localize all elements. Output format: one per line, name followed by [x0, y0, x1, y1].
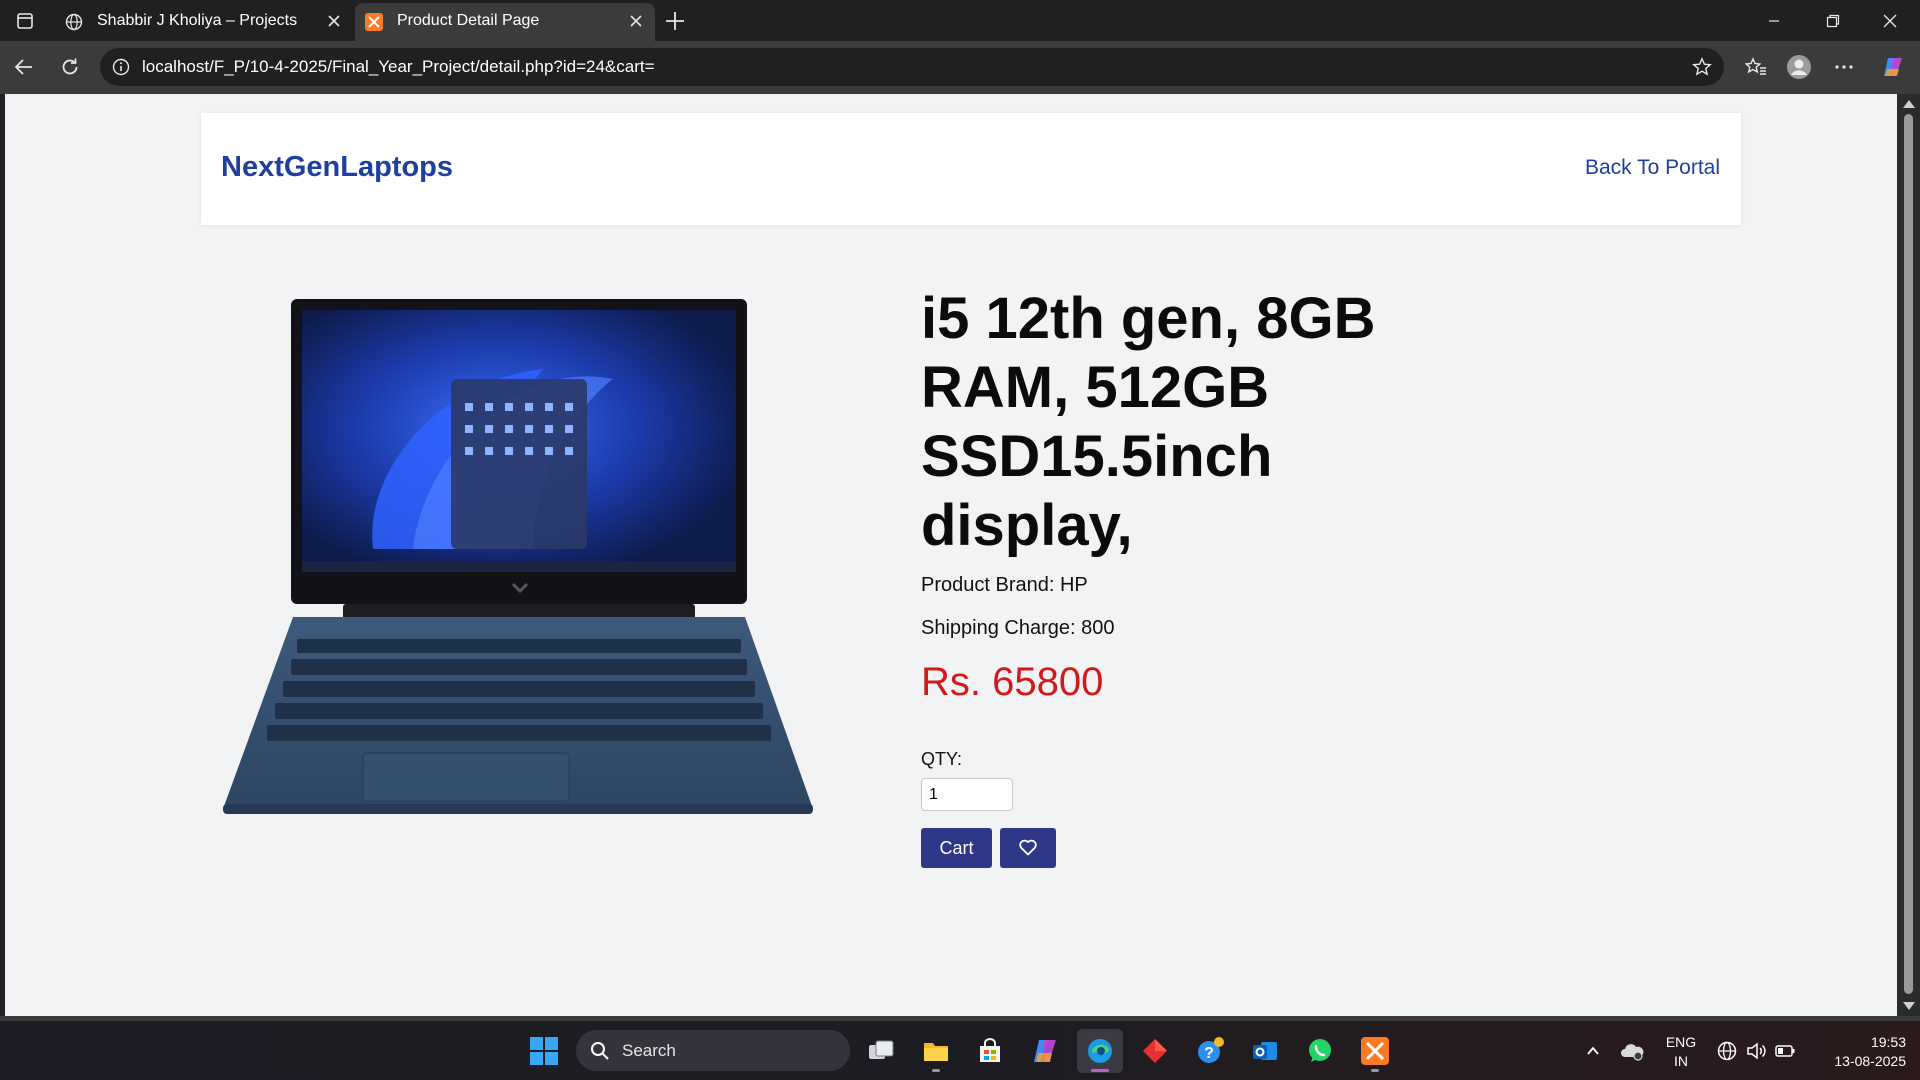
scroll-down-icon[interactable]	[1903, 1002, 1915, 1010]
back-button[interactable]	[6, 49, 42, 85]
page-viewport: NextGenLaptops Back To Portal i5 12th ge…	[5, 94, 1897, 1016]
back-to-portal-link[interactable]: Back To Portal	[1585, 156, 1720, 180]
network-globe-icon[interactable]	[1716, 1040, 1738, 1062]
copilot-button[interactable]	[1875, 49, 1911, 85]
task-view-button[interactable]	[858, 1029, 904, 1073]
xampp-icon	[1361, 1037, 1389, 1065]
plus-icon	[666, 12, 684, 30]
laptop-image	[223, 299, 813, 814]
scroll-up-icon[interactable]	[1903, 100, 1915, 108]
close-tab-icon[interactable]	[627, 12, 645, 30]
add-to-cart-button[interactable]: Cart	[921, 828, 992, 868]
clock-time: 19:53	[1870, 1034, 1906, 1050]
help-app-button[interactable]: ?	[1187, 1029, 1233, 1073]
language-indicator[interactable]: ENG IN	[1661, 1033, 1701, 1071]
diamond-app-icon	[1143, 1039, 1167, 1063]
outlook-button[interactable]	[1242, 1029, 1288, 1073]
restore-icon	[1826, 14, 1840, 28]
minimize-icon	[1769, 20, 1779, 22]
language-code: ENG	[1665, 1034, 1697, 1050]
arrow-left-icon	[14, 59, 32, 75]
tab-actions-icon	[17, 13, 33, 29]
qty-label: QTY:	[921, 749, 963, 769]
folder-icon	[924, 1043, 948, 1061]
heart-icon	[1019, 839, 1037, 856]
new-tab-button[interactable]	[660, 6, 690, 36]
help-icon: ?	[1198, 1037, 1224, 1063]
svg-text:?: ?	[1204, 1045, 1214, 1062]
store-button[interactable]	[967, 1029, 1013, 1073]
edge-icon	[1088, 1039, 1112, 1063]
info-icon[interactable]	[112, 58, 130, 76]
refresh-button[interactable]	[52, 49, 88, 85]
favorites-icon	[1745, 57, 1766, 75]
clock-date: 13-08-2025	[1834, 1053, 1906, 1069]
quantity-input[interactable]	[921, 778, 1013, 811]
file-explorer-button[interactable]	[913, 1029, 959, 1073]
site-header: NextGenLaptops Back To Portal	[201, 113, 1741, 225]
copilot-icon	[1884, 58, 1902, 76]
outlook-icon	[1253, 1042, 1277, 1060]
copilot-app-button[interactable]	[1022, 1029, 1068, 1073]
tab-product-detail[interactable]: Product Detail Page	[355, 3, 655, 41]
browser-toolbar: localhost/F_P/10-4-2025/Final_Year_Proje…	[0, 41, 1920, 94]
edge-browser-button[interactable]	[1077, 1029, 1123, 1073]
taskbar: Search ? ENG IN 19:53 13-08-2025	[0, 1021, 1920, 1080]
product-actions: Cart	[921, 828, 1441, 868]
product-info: i5 12th gen, 8GB RAM, 512GB SSD15.5inch …	[921, 284, 1441, 868]
avatar	[1787, 55, 1811, 79]
search-icon	[591, 1042, 609, 1060]
more-icon	[1835, 65, 1853, 69]
refresh-icon	[62, 58, 78, 75]
start-button[interactable]	[521, 1029, 567, 1073]
minimize-button[interactable]	[1746, 0, 1802, 41]
star-icon[interactable]	[1692, 57, 1712, 77]
xampp-icon	[365, 13, 383, 31]
git-app-button[interactable]	[1132, 1029, 1178, 1073]
shipping-charge: Shipping Charge: 800	[921, 617, 1115, 639]
scrollbar-thumb[interactable]	[1904, 114, 1913, 994]
whatsapp-button[interactable]	[1297, 1029, 1343, 1073]
tab-projects[interactable]: Shabbir J Kholiya – Projects	[55, 3, 353, 41]
tab-title: Product Detail Page	[397, 12, 540, 29]
close-tab-icon[interactable]	[325, 12, 343, 30]
product-brand: Product Brand: HP	[921, 574, 1088, 596]
windows-icon	[530, 1037, 558, 1065]
product-title: i5 12th gen, 8GB RAM, 512GB SSD15.5inch …	[921, 286, 1376, 558]
settings-more-button[interactable]	[1826, 49, 1862, 85]
tab-actions-button[interactable]	[10, 8, 40, 34]
close-window-button[interactable]	[1862, 0, 1918, 41]
browser-tab-bar: Shabbir J Kholiya – Projects Product Det…	[0, 0, 1920, 41]
address-bar[interactable]: localhost/F_P/10-4-2025/Final_Year_Proje…	[100, 48, 1724, 86]
favorites-button[interactable]	[1737, 49, 1773, 85]
taskbar-search[interactable]: Search	[576, 1030, 850, 1071]
copilot-icon	[1034, 1040, 1056, 1062]
globe-icon	[65, 13, 83, 31]
onedrive-icon[interactable]	[1620, 1041, 1644, 1061]
store-icon	[980, 1038, 1000, 1062]
clock[interactable]: 19:53 13-08-2025	[1806, 1033, 1906, 1071]
search-label: Search	[622, 1041, 676, 1060]
tab-title: Shabbir J Kholiya – Projects	[97, 12, 298, 29]
page-scrollbar[interactable]	[1897, 94, 1920, 1016]
restore-button[interactable]	[1805, 0, 1861, 41]
xampp-button[interactable]	[1352, 1029, 1398, 1073]
task-view-icon	[869, 1040, 894, 1059]
battery-icon[interactable]	[1774, 1040, 1796, 1062]
whatsapp-icon	[1309, 1039, 1331, 1062]
close-icon	[1883, 14, 1897, 28]
volume-icon[interactable]	[1745, 1040, 1767, 1062]
profile-button[interactable]	[1781, 49, 1817, 85]
url-text: localhost/F_P/10-4-2025/Final_Year_Proje…	[142, 57, 655, 76]
region-code: IN	[1674, 1053, 1688, 1069]
wishlist-button[interactable]	[1000, 828, 1056, 868]
site-logo[interactable]: NextGenLaptops	[221, 151, 453, 184]
product-price: Rs. 65800	[921, 660, 1104, 704]
chevron-up-icon[interactable]	[1585, 1043, 1601, 1059]
